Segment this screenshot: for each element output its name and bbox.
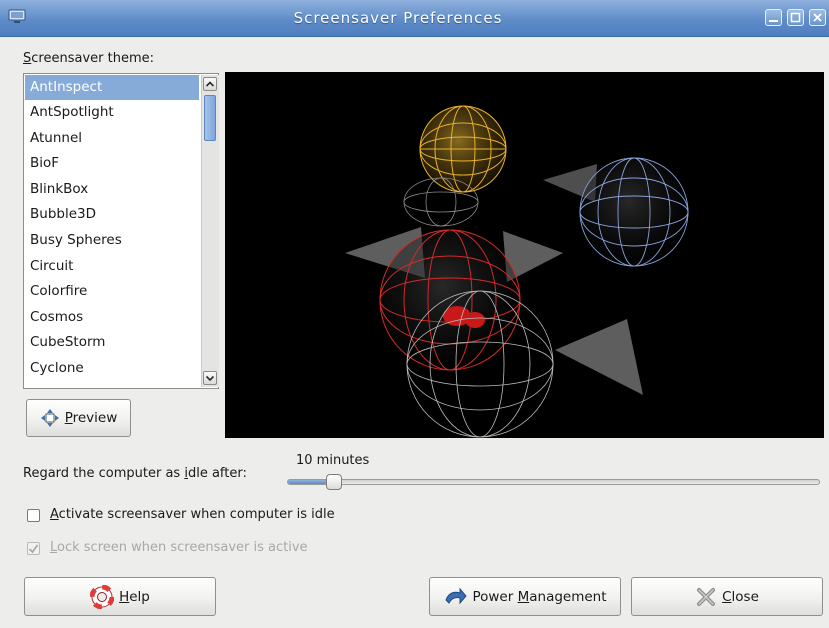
- activate-mnemonic: A: [50, 507, 59, 522]
- preview-text: review: [72, 410, 118, 426]
- power-text-before: Power: [472, 588, 518, 605]
- triangle-shape: [555, 319, 643, 395]
- lock-screen-label: Lock screen when screensaver is active: [50, 540, 308, 555]
- power-text: anagement: [529, 588, 607, 605]
- preview-button[interactable]: Preview: [26, 399, 131, 437]
- red-wireframe-sphere: [379, 229, 521, 371]
- help-mnemonic: H: [119, 588, 130, 605]
- theme-item-atunnel[interactable]: Atunnel: [25, 126, 199, 151]
- screensaver-preview: [225, 72, 824, 438]
- theme-item-colorfire[interactable]: Colorfire: [25, 279, 199, 304]
- help-text: elp: [129, 588, 150, 605]
- maximize-button[interactable]: [787, 9, 804, 26]
- theme-item-antinspect[interactable]: AntInspect: [25, 75, 199, 100]
- lifebuoy-icon: [90, 584, 115, 609]
- theme-item-antspotlight[interactable]: AntSpotlight: [25, 100, 199, 125]
- theme-item-biof[interactable]: BioF: [25, 151, 199, 176]
- help-label: Help: [119, 589, 150, 605]
- theme-item-cubestorm[interactable]: CubeStorm: [25, 330, 199, 355]
- label-text: creensaver theme:: [31, 51, 154, 66]
- close-label: Close: [722, 589, 759, 605]
- theme-list[interactable]: AntInspect AntSpotlight Atunnel BioF Bli…: [23, 73, 219, 389]
- close-button[interactable]: Close: [631, 577, 823, 616]
- power-arrow-icon: [443, 586, 468, 608]
- theme-item-circuit[interactable]: Circuit: [25, 254, 199, 279]
- window-title: Screensaver Preferences: [293, 9, 503, 27]
- theme-item-bubble3d[interactable]: Bubble3D: [25, 202, 199, 227]
- theme-list-scrollbar[interactable]: [201, 75, 219, 387]
- theme-item-blinkbox[interactable]: BlinkBox: [25, 177, 199, 202]
- power-management-button[interactable]: Power Management: [429, 577, 621, 616]
- idle-slider-thumb[interactable]: [326, 474, 342, 490]
- gold-wireframe-sphere: [419, 105, 507, 193]
- theme-item-busy-spheres[interactable]: Busy Spheres: [25, 228, 199, 253]
- idle-value: 10 minutes: [296, 453, 370, 468]
- scroll-thumb[interactable]: [204, 95, 216, 141]
- power-mnemonic: M: [517, 588, 530, 605]
- minimize-button[interactable]: [765, 9, 782, 26]
- title-bar: Screensaver Preferences: [0, 0, 829, 37]
- idle-label-after: dle after:: [187, 466, 247, 481]
- maximize-icon: [790, 12, 801, 23]
- power-label: Power Management: [472, 589, 606, 605]
- close-x-icon: [695, 586, 717, 608]
- close-icon: [813, 13, 822, 22]
- scroll-up-button[interactable]: [203, 77, 217, 91]
- idle-slider[interactable]: [287, 479, 820, 485]
- checkmark-icon: [28, 544, 39, 554]
- help-button[interactable]: Help: [24, 577, 216, 616]
- close-mnemonic: C: [722, 588, 732, 605]
- screensaver-theme-label: Screensaver theme:: [23, 51, 154, 66]
- lock-screen-checkbox[interactable]: [27, 542, 40, 555]
- idle-label: Regard the computer as idle after:: [23, 466, 247, 481]
- theme-item-cosmos[interactable]: Cosmos: [25, 305, 199, 330]
- activate-screensaver-label[interactable]: Activate screensaver when computer is id…: [50, 507, 335, 522]
- lock-text: ock screen when screensaver is active: [57, 540, 308, 555]
- chevron-up-icon: [205, 81, 215, 87]
- move-arrows-icon: [40, 408, 60, 428]
- preview-label: Preview: [65, 410, 118, 426]
- preview-render: [345, 105, 689, 438]
- idle-label-before: Regard the computer as: [23, 466, 185, 481]
- idle-slider-fill: [288, 480, 330, 484]
- scroll-down-button[interactable]: [203, 371, 217, 385]
- lock-mnemonic: L: [50, 540, 58, 555]
- activate-screensaver-checkbox[interactable]: [27, 509, 40, 522]
- close-text: lose: [731, 588, 759, 605]
- chevron-down-icon: [205, 375, 215, 382]
- theme-item-cyclone[interactable]: Cyclone: [25, 356, 199, 381]
- minimize-icon: [769, 20, 778, 22]
- blue-wireframe-sphere: [579, 157, 689, 267]
- close-window-button[interactable]: [809, 9, 826, 26]
- activate-text: ctivate screensaver when computer is idl…: [58, 507, 335, 522]
- preview-mnemonic: P: [64, 410, 73, 426]
